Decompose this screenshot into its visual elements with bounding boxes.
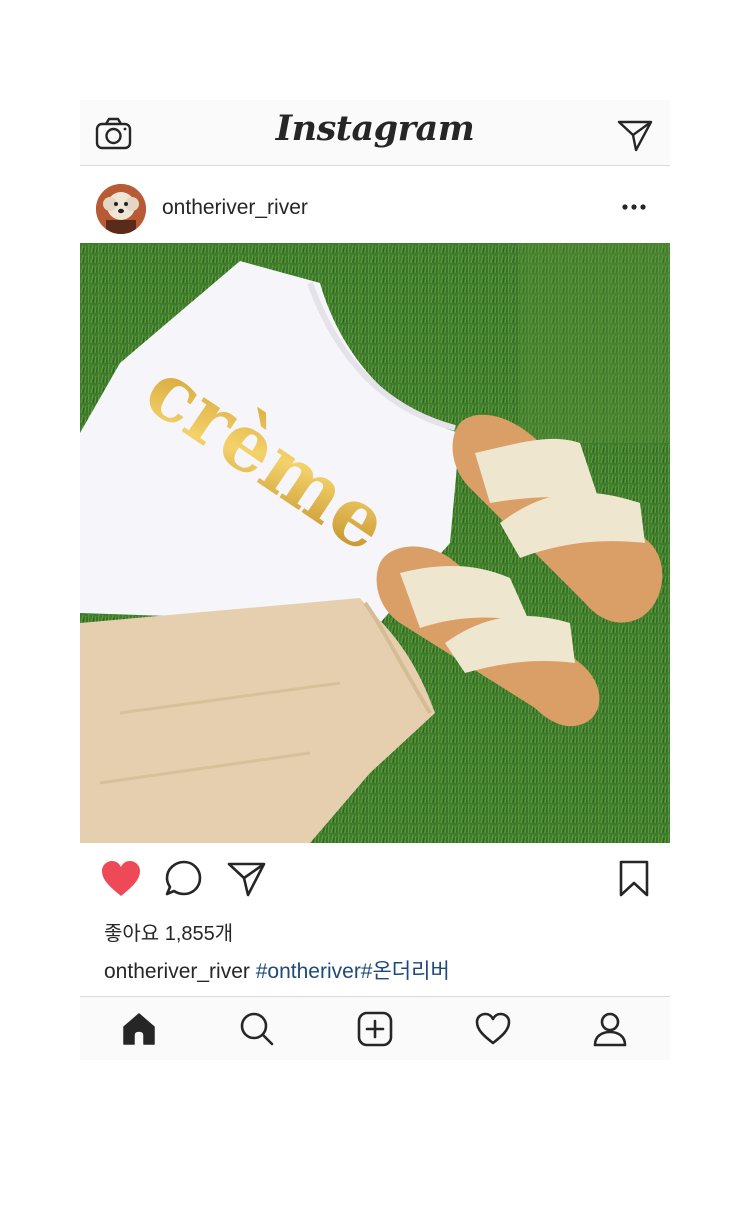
comment-icon[interactable] bbox=[164, 859, 204, 899]
instagram-app-frame: Instagram ontheriver_river crème 좋아요 1,8… bbox=[80, 100, 670, 1060]
more-options-icon[interactable] bbox=[620, 202, 648, 212]
post-header: ontheriver_river bbox=[80, 166, 670, 243]
search-icon[interactable] bbox=[239, 1011, 275, 1047]
share-icon[interactable] bbox=[226, 859, 268, 899]
direct-message-icon[interactable] bbox=[616, 118, 654, 152]
dog-avatar-icon bbox=[96, 184, 146, 234]
caption-username[interactable]: ontheriver_river bbox=[104, 960, 250, 983]
heart-filled-icon[interactable] bbox=[100, 859, 142, 899]
add-post-icon[interactable] bbox=[357, 1011, 393, 1047]
avatar[interactable] bbox=[96, 184, 146, 234]
post-username[interactable]: ontheriver_river bbox=[162, 196, 308, 220]
instagram-logo: Instagram bbox=[275, 108, 475, 149]
post-actions bbox=[80, 843, 670, 919]
profile-icon[interactable] bbox=[592, 1011, 628, 1047]
home-icon[interactable] bbox=[121, 1011, 157, 1047]
post-photo[interactable]: crème bbox=[80, 243, 670, 843]
top-bar: Instagram bbox=[80, 100, 670, 166]
activity-heart-icon[interactable] bbox=[475, 1011, 511, 1047]
post-image: crème bbox=[80, 243, 670, 843]
bottom-navigation bbox=[80, 996, 670, 1060]
post-caption: ontheriver_river #ontheriver#온더리버 bbox=[104, 955, 450, 985]
likes-count[interactable]: 좋아요 1,855개 bbox=[104, 917, 233, 946]
bookmark-icon[interactable] bbox=[618, 859, 650, 899]
caption-hashtags[interactable]: #ontheriver#온더리버 bbox=[256, 960, 450, 983]
